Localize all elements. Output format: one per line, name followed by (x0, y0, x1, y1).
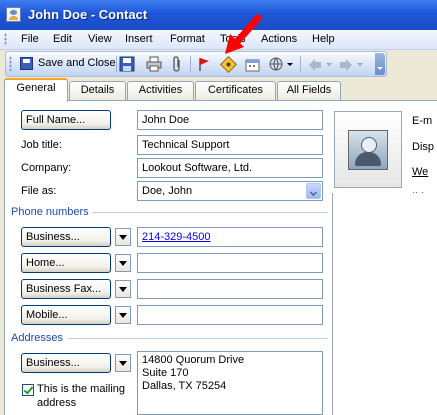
file-as-combo[interactable]: Doe, John (137, 181, 323, 201)
menu-help[interactable]: Help (312, 33, 335, 45)
job-title-field[interactable]: Technical Support (137, 135, 323, 155)
menu-grip[interactable] (4, 33, 7, 46)
file-as-label: File as: (21, 185, 57, 197)
contact-tabs: General Details Activities Certificates … (0, 78, 437, 102)
phone-type-button-business-fax[interactable]: Business Fax... (21, 279, 111, 299)
window-title: John Doe - Contact (28, 7, 148, 22)
save-and-close-label: Save and Close (38, 57, 116, 69)
company-field[interactable]: Lookout Software, Ltd. (137, 158, 323, 178)
tab-details[interactable]: Details (69, 81, 126, 100)
next-item-icon[interactable] (337, 55, 365, 73)
file-as-value: Doe, John (142, 185, 193, 197)
explore-web-page-icon[interactable] (268, 55, 284, 73)
save-icon[interactable] (119, 55, 135, 73)
mailing-address-label-line2: address (37, 397, 77, 409)
phone-type-button-mobile[interactable]: Mobile... (21, 305, 111, 325)
menu-file[interactable]: File (21, 33, 39, 45)
contact-app-icon (6, 7, 21, 22)
phone-field-mobile[interactable] (137, 305, 323, 325)
address-type-button[interactable]: Business... (21, 353, 111, 373)
save-disk-icon (20, 57, 33, 70)
address-card-icon[interactable] (220, 55, 238, 73)
menu-edit[interactable]: Edit (53, 33, 72, 45)
full-name-button[interactable]: Full Name... (21, 110, 111, 130)
business-phone-value[interactable]: 214-329-4500 (142, 231, 211, 243)
tab-all-fields[interactable]: All Fields (277, 81, 341, 100)
menu-format[interactable]: Format (170, 33, 205, 45)
tab-activities[interactable]: Activities (127, 81, 194, 100)
section-divider (68, 338, 328, 339)
job-title-label: Job title: (21, 139, 62, 151)
mailing-address-checkbox[interactable] (22, 384, 34, 396)
phone-type-button-business[interactable]: Business... (21, 227, 111, 247)
phone-numbers-section-title: Phone numbers (11, 206, 89, 218)
tab-certificates[interactable]: Certificates (195, 81, 276, 100)
address-type-dropdown[interactable] (115, 354, 131, 372)
chevron-down-icon[interactable] (306, 183, 321, 199)
address-textarea[interactable]: 14800 Quorum Drive Suite 170 Dallas, TX … (137, 351, 323, 415)
red-arrow-icon (225, 14, 262, 54)
mailing-address-label-line1: This is the mailing (37, 383, 126, 395)
phone-type-dropdown[interactable] (115, 280, 131, 298)
menu-actions[interactable]: Actions (261, 33, 297, 45)
phone-type-dropdown[interactable] (115, 228, 131, 246)
toolbar-separator (300, 56, 301, 72)
toolbar-grip[interactable] (9, 56, 12, 71)
print-icon[interactable] (146, 55, 162, 73)
phone-type-dropdown[interactable] (115, 306, 131, 324)
phone-type-button-home[interactable]: Home... (21, 253, 111, 273)
full-name-field[interactable]: John Doe (137, 110, 323, 130)
meeting-request-icon[interactable] (244, 55, 262, 73)
chevron-down-icon[interactable] (286, 55, 294, 73)
toolbar-separator (116, 56, 117, 72)
attach-paperclip-icon[interactable] (170, 55, 184, 73)
toolbar-options-button[interactable] (375, 53, 385, 75)
follow-up-flag-icon[interactable] (197, 55, 211, 73)
addresses-section-title: Addresses (11, 332, 63, 344)
phone-field-business-fax[interactable] (137, 279, 323, 299)
menu-bar: File Edit View Insert Format Tools Actio… (0, 30, 437, 50)
contact-picture-button[interactable] (334, 111, 402, 188)
notes-area[interactable] (332, 193, 437, 415)
section-divider (92, 212, 328, 213)
phone-field-business[interactable]: 214-329-4500 (137, 227, 323, 247)
menu-insert[interactable]: Insert (125, 33, 153, 45)
web-page-label: We (412, 166, 429, 178)
company-label: Company: (21, 162, 72, 174)
contact-picture-icon (348, 130, 388, 170)
previous-item-icon[interactable] (306, 55, 334, 73)
toolbar-options-chevron-icon (377, 67, 383, 70)
menu-view[interactable]: View (88, 33, 112, 45)
standard-toolbar: Save and Close (5, 51, 387, 77)
toolbar-separator (190, 56, 191, 72)
phone-type-dropdown[interactable] (115, 254, 131, 272)
email-label: E-m (412, 115, 433, 127)
phone-field-home[interactable] (137, 253, 323, 273)
tab-general[interactable]: General (4, 78, 68, 102)
display-as-label: Disp (412, 141, 435, 153)
title-bar: John Doe - Contact (0, 0, 437, 30)
